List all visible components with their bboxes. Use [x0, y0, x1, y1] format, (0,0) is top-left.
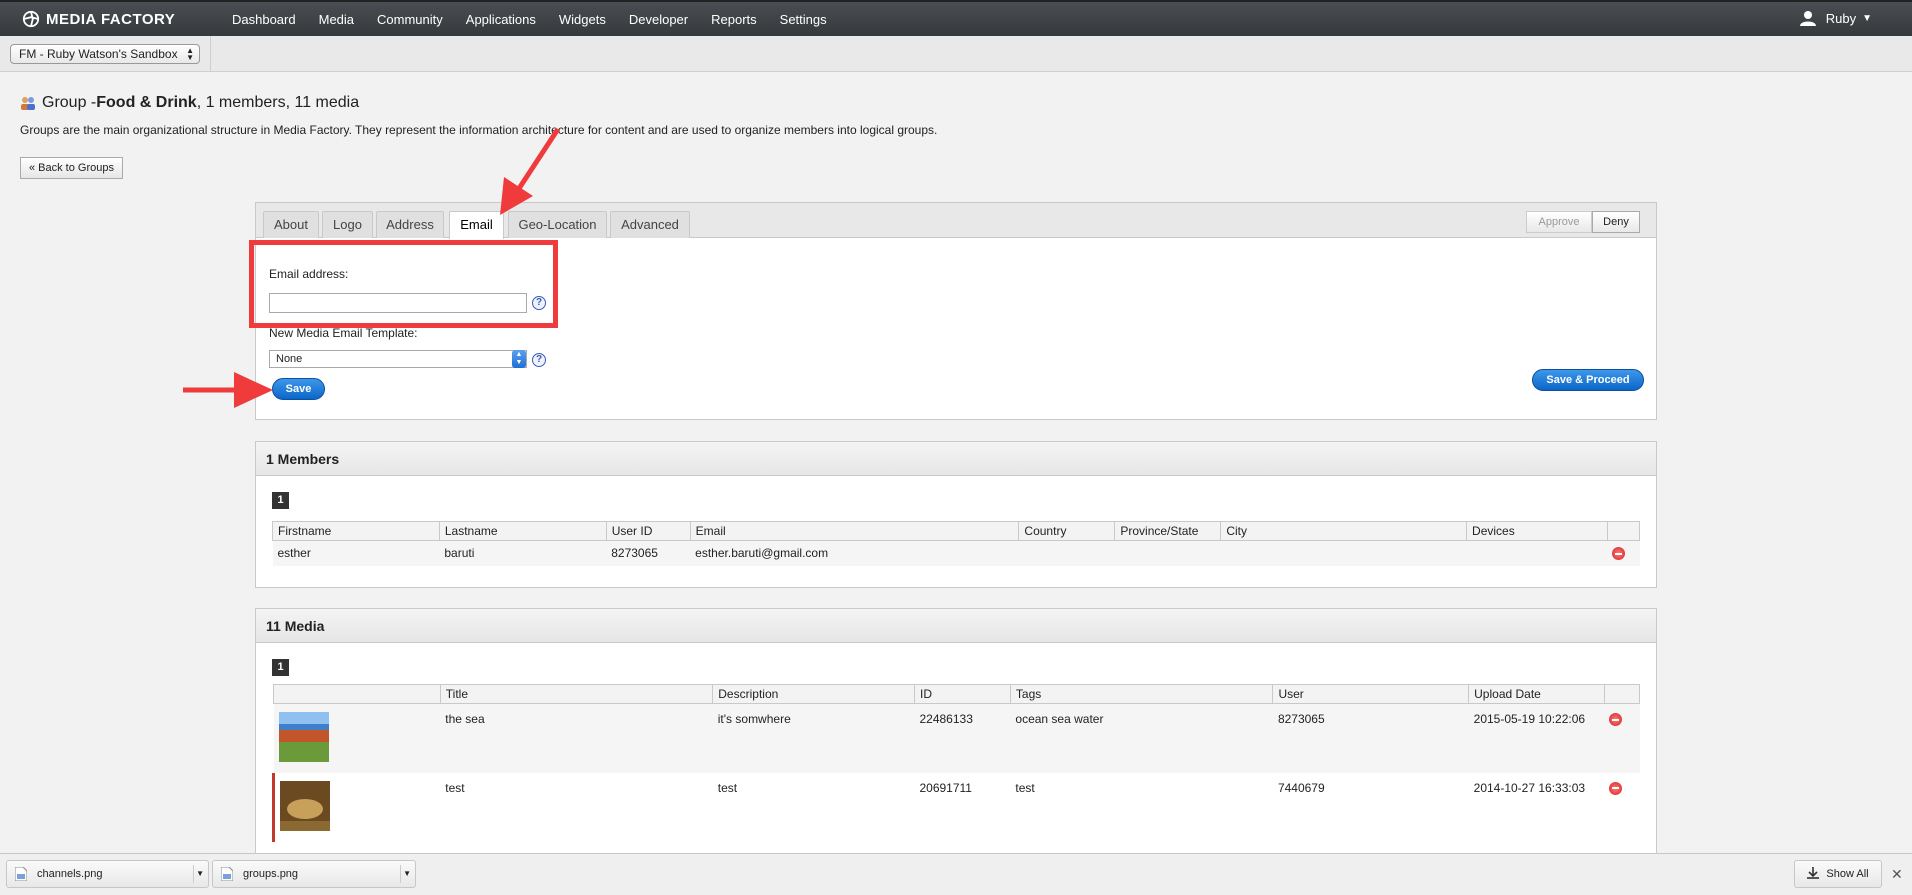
divider: [400, 865, 401, 883]
col-upload-date[interactable]: Upload Date: [1468, 684, 1605, 704]
cell-email: esther.baruti@gmail.com: [695, 546, 829, 560]
cell-title: test: [445, 780, 465, 795]
cell-devices: [1467, 541, 1608, 566]
col-user[interactable]: User: [1272, 684, 1470, 704]
table-row[interactable]: esther baruti 8273065 esther.baruti@gmai…: [272, 540, 1640, 566]
media-thumbnail[interactable]: [280, 780, 330, 831]
download-filename: groups.png: [243, 868, 299, 880]
caret-down-icon[interactable]: ▼: [196, 861, 204, 887]
media-thumbnail[interactable]: [278, 712, 329, 762]
media-table: Title Description ID Tags User Upload Da…: [272, 684, 1641, 842]
close-icon[interactable]: ✕: [1891, 866, 1903, 883]
col-actions: [1606, 521, 1641, 541]
show-all-label: Show All: [1826, 868, 1869, 880]
annotation-arrow-save: [183, 372, 273, 408]
cell-country: [1019, 541, 1115, 566]
col-devices[interactable]: Devices: [1466, 521, 1608, 541]
col-province-state[interactable]: Province/State: [1114, 521, 1222, 541]
cell-id: 22486133: [919, 712, 973, 726]
cell-tags: test: [1015, 780, 1035, 795]
download-item[interactable]: groups.png ▼: [212, 860, 416, 888]
col-firstname[interactable]: Firstname: [272, 521, 440, 541]
cell-lastname: baruti: [444, 546, 475, 560]
caret-down-icon[interactable]: ▼: [403, 861, 411, 887]
cell-user-id: 8273065: [611, 546, 658, 560]
annotation-arrow-email-tab: [500, 127, 561, 215]
cell-description: it's somwhere: [717, 712, 791, 726]
cell-description: test: [717, 780, 738, 795]
members-page-1[interactable]: 1: [272, 492, 289, 509]
col-id[interactable]: ID: [913, 684, 1011, 704]
col-actions: [1603, 684, 1641, 704]
cell-city: [1221, 541, 1467, 566]
col-email[interactable]: Email: [689, 521, 1020, 541]
cell-tags: ocean sea water: [1015, 712, 1104, 726]
media-header: 11 Media: [256, 609, 1656, 643]
cell-firstname: esther: [277, 546, 311, 560]
image-file-icon: [221, 867, 233, 881]
remove-icon[interactable]: [1609, 713, 1623, 726]
remove-icon[interactable]: [1612, 547, 1626, 560]
col-country[interactable]: Country: [1018, 521, 1116, 541]
col-thumbnail: [273, 684, 441, 704]
col-user-id[interactable]: User ID: [605, 521, 691, 541]
divider: [193, 865, 194, 883]
cell-user: 7440679: [1277, 780, 1325, 795]
cell-upload-date: 2014-10-27 16:33:03: [1473, 780, 1586, 795]
remove-icon[interactable]: [1609, 781, 1623, 795]
cell-user: 8273065: [1277, 712, 1325, 726]
download-icon: [1807, 867, 1820, 879]
cell-id: 20691711: [919, 780, 972, 795]
col-description[interactable]: Description: [712, 684, 915, 704]
media-page-1[interactable]: 1: [272, 659, 289, 676]
show-all-downloads-button[interactable]: Show All: [1794, 860, 1882, 888]
col-tags[interactable]: Tags: [1009, 684, 1274, 704]
download-item[interactable]: channels.png ▼: [6, 860, 209, 888]
cell-title: the sea: [445, 712, 485, 726]
cell-upload-date: 2015-05-19 10:22:06: [1473, 712, 1586, 726]
members-header: 1 Members: [256, 442, 1656, 476]
download-filename: channels.png: [37, 868, 103, 880]
col-lastname[interactable]: Lastname: [438, 521, 607, 541]
cell-province: [1115, 541, 1221, 566]
col-city[interactable]: City: [1220, 521, 1468, 541]
image-file-icon: [15, 867, 27, 881]
table-row[interactable]: the sea it's somwhere 22486133 ocean sea…: [273, 703, 1640, 773]
media-section: 11 Media 1 Title Description ID Tags Use…: [255, 608, 1657, 854]
table-row[interactable]: test test 20691711 test 7440679 2014-10-…: [273, 772, 1640, 842]
downloads-bar: channels.png ▼ groups.png ▼ Show All ✕: [0, 853, 1912, 895]
members-section: 1 Members 1 Firstname Lastname User ID E…: [255, 441, 1657, 588]
members-table: Firstname Lastname User ID Email Country…: [272, 521, 1641, 566]
col-title[interactable]: Title: [439, 684, 714, 704]
